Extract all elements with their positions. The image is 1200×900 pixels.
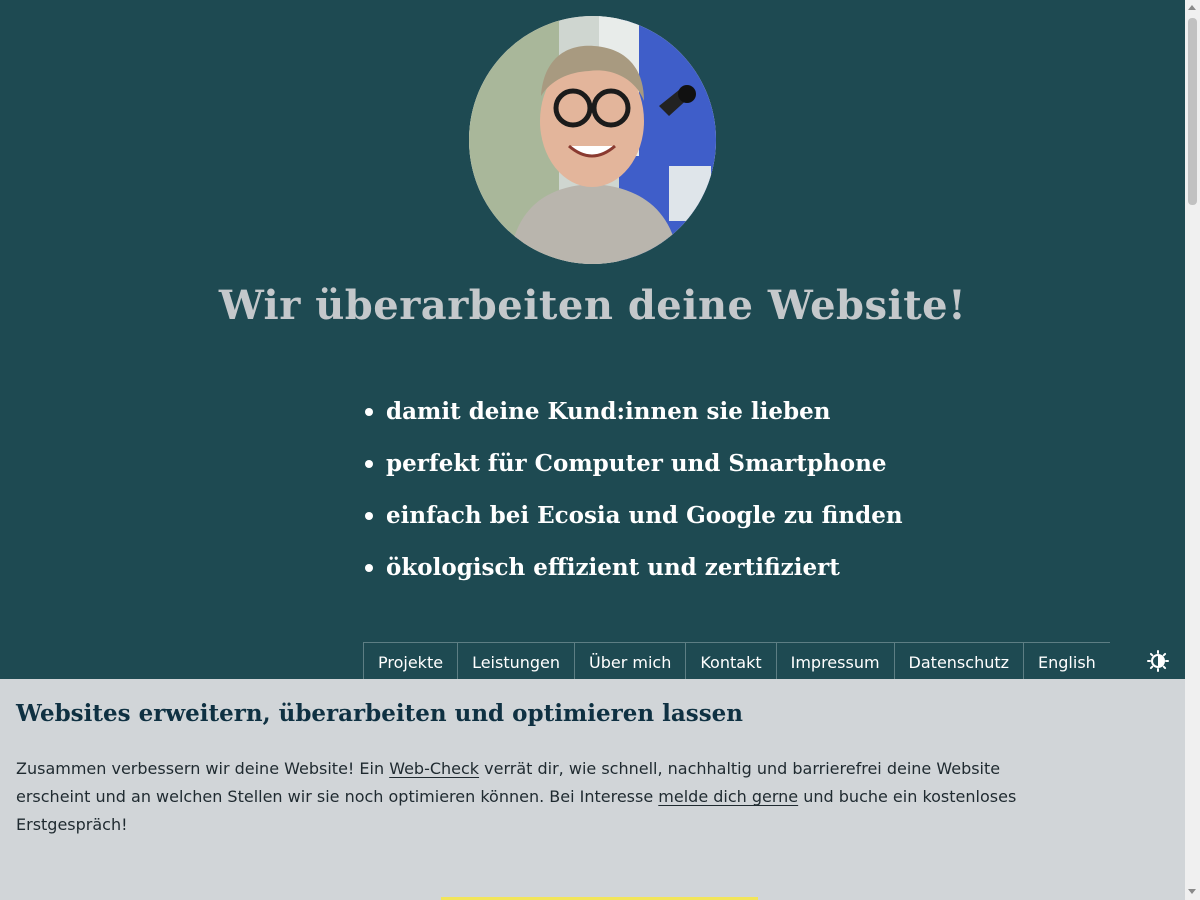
intro-paragraph: Zusammen verbessern wir deine Website! E… — [16, 755, 1036, 839]
benefit-item: perfekt für Computer und Smartphone — [363, 444, 903, 496]
benefit-item: damit deine Kund:innen sie lieben — [363, 392, 903, 444]
theme-toggle-button[interactable] — [1147, 650, 1169, 672]
scrollbar-thumb[interactable] — [1188, 18, 1197, 205]
main-navigation: Projekte Leistungen Über mich Kontakt Im… — [363, 642, 1110, 679]
web-check-link[interactable]: Web-Check — [389, 759, 479, 778]
nav-link-kontakt[interactable]: Kontakt — [685, 643, 775, 679]
nav-link-datenschutz[interactable]: Datenschutz — [893, 643, 1023, 679]
scroll-up-arrow-icon[interactable] — [1188, 5, 1196, 10]
avatar — [469, 16, 716, 264]
nav-link-leistungen[interactable]: Leistungen — [457, 643, 574, 679]
section-heading: Websites erweitern, überarbeiten und opt… — [16, 700, 744, 727]
paragraph-text: Zusammen verbessern wir deine Website! E… — [16, 759, 390, 778]
portrait-photo — [469, 16, 716, 264]
page: Wir überarbeiten deine Website! damit de… — [0, 0, 1185, 900]
benefit-item: einfach bei Ecosia und Google zu finden — [363, 496, 903, 548]
benefit-item: ökologisch effizient und zertifiziert — [363, 548, 903, 600]
contrast-icon — [1147, 650, 1169, 672]
contact-link[interactable]: melde dich gerne — [658, 787, 798, 806]
hero-section: Wir überarbeiten deine Website! damit de… — [0, 0, 1185, 679]
benefits-list: damit deine Kund:innen sie lieben perfek… — [363, 392, 903, 600]
main-content: Websites erweitern, überarbeiten und opt… — [16, 700, 1036, 839]
nav-link-ueber-mich[interactable]: Über mich — [574, 643, 685, 679]
nav-link-impressum[interactable]: Impressum — [775, 643, 894, 679]
vertical-scrollbar[interactable] — [1185, 0, 1200, 900]
nav-link-projekte[interactable]: Projekte — [363, 643, 457, 679]
nav-link-english[interactable]: English — [1023, 643, 1110, 679]
scroll-down-arrow-icon[interactable] — [1188, 889, 1196, 894]
hero-title: Wir überarbeiten deine Website! — [218, 282, 967, 329]
